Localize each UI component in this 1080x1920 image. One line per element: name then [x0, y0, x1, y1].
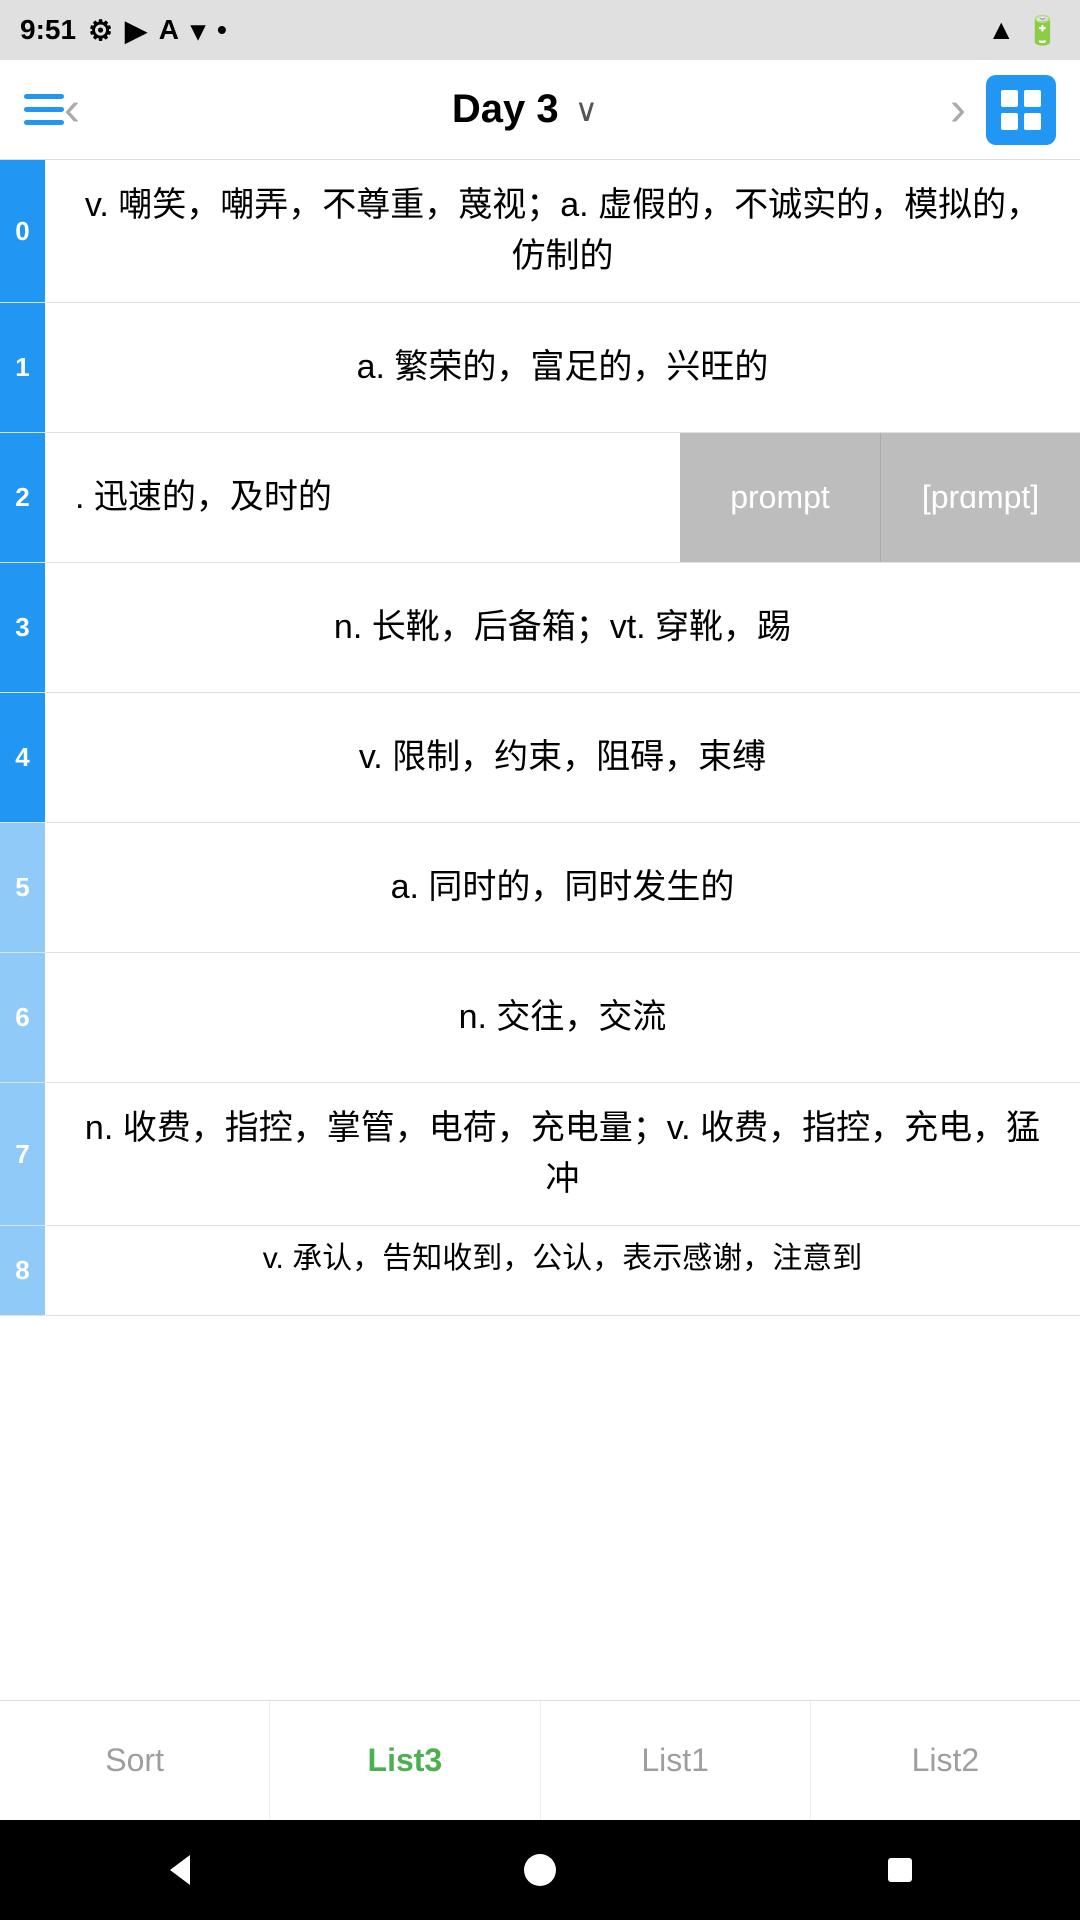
dropdown-icon[interactable]: ∨ — [575, 91, 598, 129]
bottom-tab-bar: Sort List3 List1 List2 — [0, 1700, 1080, 1820]
nav-bar: ‹ Day 3 ∨ › — [0, 60, 1080, 160]
word-index-1: 1 — [0, 303, 45, 432]
popup-phonetic[interactable]: [prɑmpt] — [880, 433, 1080, 562]
word-definition-4: v. 限制，约束，阻碍，束缚 — [45, 693, 1080, 822]
word-row[interactable]: 3 n. 长靴，后备箱；vt. 穿靴，踢 — [0, 563, 1080, 693]
nav-bar-left: ‹ — [24, 82, 100, 137]
font-icon: A — [159, 14, 179, 46]
nav-forward-button[interactable]: › — [950, 82, 966, 137]
grid-view-button[interactable] — [986, 75, 1056, 145]
word-definition-1: a. 繁荣的，富足的，兴旺的 — [45, 303, 1080, 432]
word-row-popup[interactable]: 2 . 迅速的，及时的 prompt [prɑmpt] — [0, 433, 1080, 563]
battery-icon: 🔋 — [1025, 14, 1060, 47]
nav-back-button[interactable]: ‹ — [64, 82, 80, 137]
tab-sort[interactable]: Sort — [0, 1701, 270, 1820]
word-index-6: 6 — [0, 953, 45, 1082]
android-back-button[interactable] — [155, 1845, 205, 1895]
dot-icon: • — [217, 14, 227, 46]
word-list: 0 v. 嘲笑，嘲弄，不尊重，蔑视；a. 虚假的，不诚实的，模拟的，仿制的 1 … — [0, 160, 1080, 1700]
android-home-button[interactable] — [515, 1845, 565, 1895]
status-bar: 9:51 ⚙ ▶ A ▾ • ▲ 🔋 — [0, 0, 1080, 60]
android-nav-bar — [0, 1820, 1080, 1920]
word-row[interactable]: 0 v. 嘲笑，嘲弄，不尊重，蔑视；a. 虚假的，不诚实的，模拟的，仿制的 — [0, 160, 1080, 303]
tab-list3[interactable]: List3 — [270, 1701, 540, 1820]
popup-word[interactable]: prompt — [680, 433, 880, 562]
status-time: 9:51 — [20, 14, 76, 46]
word-row-partial[interactable]: 8 v. 承认，告知收到，公认，表示感谢，注意到 — [0, 1226, 1080, 1316]
word-row[interactable]: 5 a. 同时的，同时发生的 — [0, 823, 1080, 953]
word-definition-8: v. 承认，告知收到，公认，表示感谢，注意到 — [45, 1226, 1080, 1315]
word-row[interactable]: 4 v. 限制，约束，阻碍，束缚 — [0, 693, 1080, 823]
word-row[interactable]: 6 n. 交往，交流 — [0, 953, 1080, 1083]
word-row[interactable]: 7 n. 收费，指控，掌管，电荷，充电量；v. 收费，指控，充电，猛冲 — [0, 1083, 1080, 1226]
word-index-0: 0 — [0, 160, 45, 302]
hamburger-menu-button[interactable] — [24, 94, 64, 125]
nav-bar-right: › — [950, 75, 1056, 145]
signal-icon: ▲ — [987, 14, 1015, 46]
word-row[interactable]: 1 a. 繁荣的，富足的，兴旺的 — [0, 303, 1080, 433]
word-index-3: 3 — [0, 563, 45, 692]
word-definition-0: v. 嘲笑，嘲弄，不尊重，蔑视；a. 虚假的，不诚实的，模拟的，仿制的 — [45, 160, 1080, 302]
word-index-4: 4 — [0, 693, 45, 822]
status-bar-right: ▲ 🔋 — [987, 14, 1060, 47]
wifi-icon: ▾ — [191, 14, 205, 47]
word-index-5: 5 — [0, 823, 45, 952]
word-index-7: 7 — [0, 1083, 45, 1225]
tab-list1[interactable]: List1 — [541, 1701, 811, 1820]
nav-bar-center: Day 3 ∨ — [452, 87, 598, 132]
nav-title: Day 3 — [452, 87, 559, 132]
word-definition-7: n. 收费，指控，掌管，电荷，充电量；v. 收费，指控，充电，猛冲 — [45, 1083, 1080, 1225]
tab-list2[interactable]: List2 — [811, 1701, 1080, 1820]
word-index-8: 8 — [0, 1226, 45, 1315]
play-icon: ▶ — [125, 14, 147, 47]
settings-icon: ⚙ — [88, 14, 113, 47]
word-index-2: 2 — [0, 433, 45, 562]
status-bar-left: 9:51 ⚙ ▶ A ▾ • — [20, 14, 227, 47]
word-definition-6: n. 交往，交流 — [45, 953, 1080, 1082]
word-definition-3: n. 长靴，后备箱；vt. 穿靴，踢 — [45, 563, 1080, 692]
word-definition-5: a. 同时的，同时发生的 — [45, 823, 1080, 952]
word-popup-overlay: prompt [prɑmpt] — [680, 433, 1080, 562]
android-recent-button[interactable] — [875, 1845, 925, 1895]
